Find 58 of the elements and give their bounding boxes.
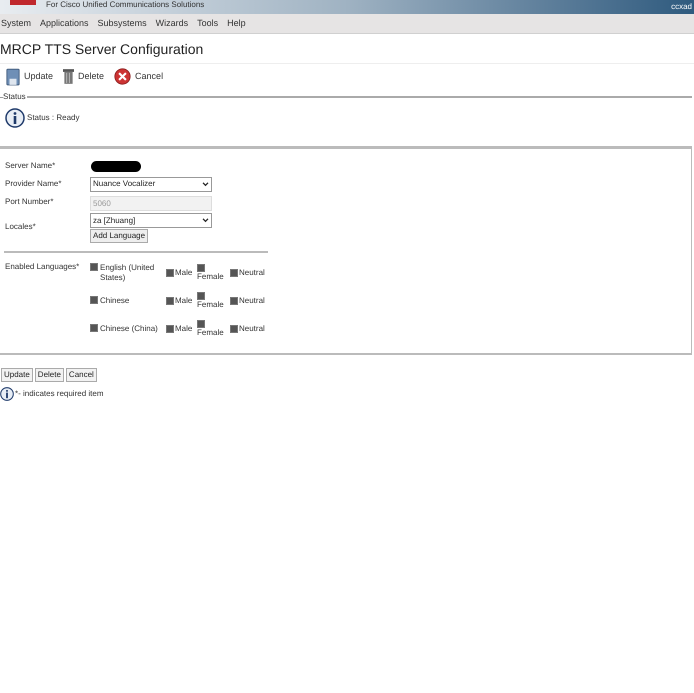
- status-text: Status : Ready: [27, 112, 80, 124]
- language-name: Chinese: [100, 296, 130, 306]
- voice-label: Male: [175, 267, 192, 279]
- toolbar-button[interactable]: Update: [6, 68, 54, 86]
- chevron-down-icon: [202, 218, 209, 223]
- language-name: Chinese (China): [100, 324, 158, 334]
- user-name: ccxad: [671, 3, 692, 11]
- toolbar-button[interactable]: Delete: [63, 68, 104, 85]
- checkbox[interactable]: [90, 296, 98, 304]
- chevron-down-icon: [202, 182, 209, 186]
- menu-item[interactable]: System: [1, 16, 32, 30]
- field-label: Enabled Languages*: [4, 261, 80, 273]
- voice-label: Neutral: [239, 295, 265, 307]
- voice-label: Neutral: [239, 323, 265, 335]
- info-icon: [5, 108, 25, 128]
- page-title: MRCP TTS Server Configuration: [0, 40, 204, 59]
- form-button[interactable]: Cancel: [66, 368, 97, 382]
- logo-fragment: [10, 0, 36, 5]
- add-language-button[interactable]: Add Language: [90, 229, 148, 243]
- voice-label: Female: [197, 328, 224, 338]
- provider-dropdown[interactable]: Nuance Vocalizer: [90, 176, 212, 192]
- checkbox[interactable]: [230, 325, 238, 333]
- locale-dropdown[interactable]: za [Zhuang]: [90, 213, 212, 228]
- menu-item[interactable]: Wizards: [156, 16, 188, 30]
- header-tagline: For Cisco Unified Communications Solutions: [46, 1, 204, 9]
- checkbox[interactable]: [166, 269, 174, 277]
- cancel-icon: [114, 68, 132, 85]
- required-note: *- indicates required item: [15, 388, 104, 400]
- checkbox[interactable]: [230, 297, 238, 305]
- checkbox[interactable]: [90, 263, 98, 271]
- menu-item[interactable]: Subsystems: [98, 16, 147, 30]
- redacted-value: [91, 160, 141, 172]
- info-icon: [0, 385, 14, 403]
- voice-label: Male: [175, 295, 192, 307]
- field-label: Provider Name*: [4, 178, 62, 190]
- voice-label: Neutral: [239, 267, 265, 279]
- checkbox[interactable]: [90, 324, 98, 332]
- menu-item[interactable]: Tools: [197, 16, 218, 30]
- checkbox[interactable]: [197, 320, 205, 328]
- form-button[interactable]: Delete: [34, 368, 64, 382]
- checkbox[interactable]: [197, 292, 205, 300]
- checkbox[interactable]: [197, 264, 205, 272]
- field-label: Port Number*: [4, 196, 54, 208]
- field-label: Locales*: [4, 221, 37, 233]
- checkbox[interactable]: [166, 297, 174, 305]
- trash-can-icon: [63, 68, 74, 85]
- section-legend: Status: [3, 91, 26, 103]
- form-button[interactable]: Update: [1, 368, 33, 382]
- language-name: English (United States): [100, 263, 156, 283]
- menu-item[interactable]: Help: [227, 16, 246, 30]
- checkbox[interactable]: [230, 269, 238, 277]
- voice-label: Female: [197, 272, 224, 282]
- field-label: Server Name*: [4, 160, 56, 172]
- menu-item[interactable]: Applications: [40, 16, 89, 30]
- voice-label: Female: [197, 300, 224, 310]
- toolbar-button[interactable]: Cancel: [114, 68, 164, 85]
- voice-label: Male: [175, 323, 192, 335]
- checkbox[interactable]: [166, 325, 174, 333]
